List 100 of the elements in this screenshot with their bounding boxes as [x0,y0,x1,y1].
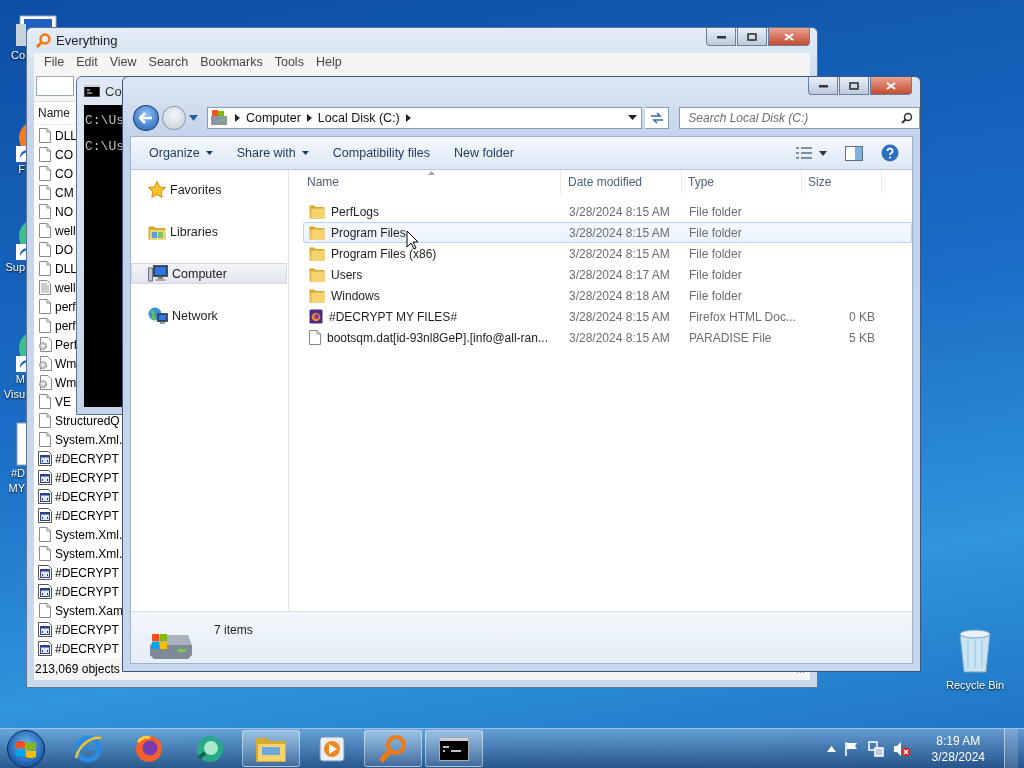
minimize-icon [818,83,828,88]
refresh-button[interactable] [645,106,670,129]
file-name[interactable]: StructuredQ [55,413,120,428]
close-button[interactable] [870,77,912,95]
file-row[interactable]: PerfLogs 3/28/2024 8:15 AM File folder [303,201,912,222]
recycle-bin-icon[interactable] [958,628,992,674]
file-type: File folder [688,267,743,282]
nav-item[interactable]: Libraries [131,221,287,242]
menu-item[interactable]: Edit [70,55,104,69]
file-name[interactable]: NO [55,204,73,219]
list-view-icon [796,147,812,159]
column-header[interactable]: Date modified [561,170,682,194]
menu-item[interactable]: Help [309,55,348,69]
file-row[interactable]: Program Files 3/28/2024 8:15 AM File folder [303,222,912,243]
browser-icon [134,733,164,764]
file-name: Windows [331,288,380,303]
magnifier-icon [378,733,408,764]
toolbar-button[interactable]: Organize [139,142,223,164]
file-name[interactable]: #DECRYPT [55,508,119,523]
toolbar-button[interactable]: New folder [444,142,524,164]
file-name[interactable]: #DECRYPT [55,641,119,656]
clock-date[interactable]: 3/28/2024 [931,748,985,765]
search-box[interactable]: Search Local Disk (C:) [679,106,920,129]
file-row[interactable]: Program Files (x86) 3/28/2024 8:15 AM File folder [303,243,912,264]
breadcrumb-arrow-icon[interactable] [405,113,411,122]
toolbar-button[interactable]: Compatibility files [322,142,441,164]
file-name[interactable]: Perf [55,337,77,352]
recent-pages-button[interactable] [188,114,198,121]
back-arrow-icon [139,111,153,124]
close-button[interactable] [768,28,810,46]
web-file-icon [38,489,52,504]
nav-item[interactable]: Computer [131,263,287,284]
file-name[interactable]: #DECRYPT [55,470,119,485]
toolbar-button[interactable]: Share with [226,142,319,164]
maximize-button[interactable] [839,77,869,95]
menu-item[interactable]: Search [142,55,195,69]
menu-item[interactable]: Bookmarks [194,55,269,69]
file-name[interactable]: System.Xam [55,603,123,618]
file-name[interactable]: Wm [55,375,77,390]
breadcrumb[interactable]: Local Disk (C:) [317,110,400,125]
nav-item[interactable]: Favorites [131,179,287,200]
search-field[interactable]: Search Local Disk (C:) [688,110,901,125]
file-row[interactable]: bootsqm.dat[id-93nl8GeP].[info@all-ran... 3/28/2024 8:15 AM PARADISE File 5 KB [303,327,912,348]
file-name[interactable]: well [55,223,76,238]
search-field[interactable] [36,76,74,96]
text-file-icon [38,280,52,295]
web-file-icon [309,309,323,324]
view-options-button[interactable] [796,147,827,159]
file-name[interactable]: System.Xml. [55,527,123,542]
file-name[interactable]: System.Xml. [55,432,123,447]
file-name[interactable]: #DECRYPT [55,489,119,504]
date-modified: 3/28/2024 8:15 AM [568,309,671,324]
preview-pane-button[interactable] [845,145,863,161]
breadcrumb-arrow-icon[interactable] [234,113,240,122]
file-row[interactable]: #DECRYPT MY FILES# 3/28/2024 8:15 AM Firefox HTML Doc... 0 KB [303,306,912,327]
file-name[interactable]: #DECRYPT [55,565,119,580]
dropdown-arrow-icon[interactable] [628,115,638,120]
nav-item[interactable]: Network [131,305,287,326]
minimize-button[interactable] [706,28,736,46]
file-name[interactable]: perf [55,318,76,333]
file-name[interactable]: #DECRYPT [55,622,119,637]
show-hidden-icons-button[interactable] [826,745,836,752]
file-name[interactable]: DO [55,242,73,257]
breadcrumb[interactable]: Computer [245,110,301,125]
taskbar-button[interactable] [425,730,483,767]
file-name[interactable]: #DECRYPT [55,451,119,466]
menu-item[interactable]: Tools [268,55,310,69]
show-desktop-button[interactable] [1004,728,1018,768]
folder-icon [309,246,325,261]
column-header[interactable]: Name [38,106,70,120]
file-row[interactable]: Users 3/28/2024 8:17 AM File folder [303,264,912,285]
file-type: Firefox HTML Doc... [688,309,797,324]
menu-item[interactable]: View [103,55,143,69]
file-name[interactable]: System.Xml. [55,546,123,561]
back-button[interactable] [133,104,159,131]
file-name[interactable]: DLL [55,261,77,276]
menu-item[interactable]: File [38,55,71,69]
speaker-muted-icon[interactable] [892,740,911,757]
file-name[interactable]: perf [55,299,76,314]
file-name[interactable]: VE [55,394,71,409]
file-name[interactable]: #DECRYPT [55,584,119,599]
minimize-button[interactable] [808,77,838,95]
file-name[interactable]: CO [55,147,73,162]
file-name: PerfLogs [331,204,380,219]
file-row[interactable]: Windows 3/28/2024 8:18 AM File folder [303,285,912,306]
column-header[interactable]: Type [682,170,802,194]
flag-icon[interactable] [844,741,859,756]
maximize-button[interactable] [737,28,767,46]
column-header[interactable]: Size [802,170,882,194]
network-icon[interactable] [867,740,884,757]
clock-time[interactable]: 8:19 AM [936,732,981,749]
help-button[interactable] [881,144,899,162]
file-name[interactable]: CO [55,166,73,181]
breadcrumb-arrow-icon[interactable] [306,113,312,122]
file-name[interactable]: Wm [55,356,77,371]
file-name[interactable]: DLL [55,128,77,143]
file-name[interactable]: well [55,280,76,295]
start-button[interactable] [7,729,45,768]
file-name[interactable]: CM [55,185,74,200]
address-bar[interactable]: Computer Local Disk (C:) [206,106,643,129]
